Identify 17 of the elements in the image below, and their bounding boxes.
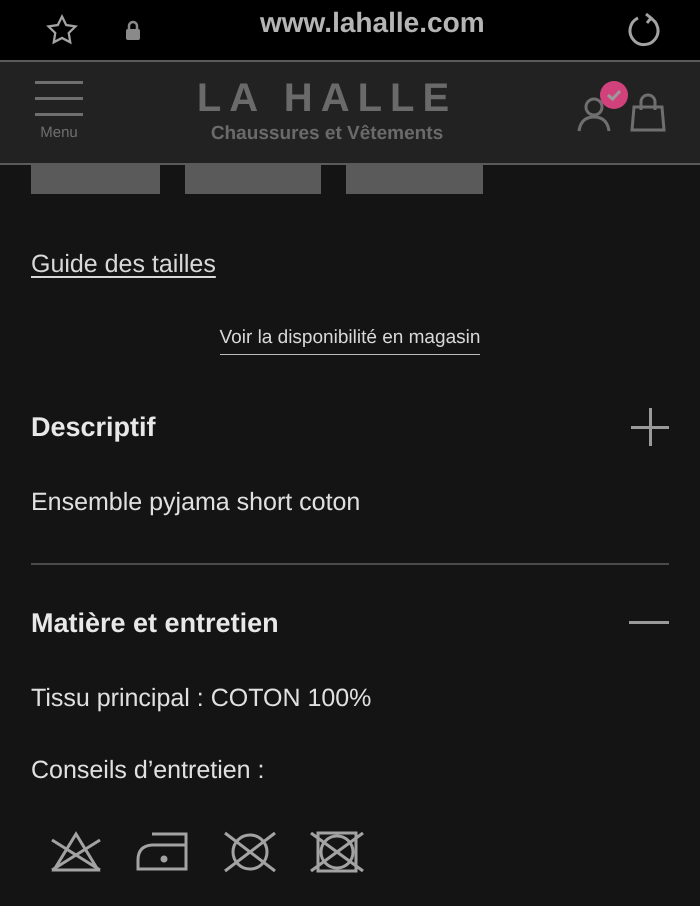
no-tumble-dry-icon [308, 830, 366, 874]
minus-icon[interactable] [629, 621, 669, 626]
section-text: Ensemble pyjama short coton [31, 486, 362, 518]
store-availability-link[interactable]: Voir la disponibilité en magasin [220, 324, 480, 355]
lock-icon [124, 19, 142, 41]
section-title[interactable]: Descriptif [31, 407, 156, 448]
section-text: Conseils d’entretien : [31, 755, 266, 786]
plus-icon[interactable] [631, 408, 669, 446]
no-dry-clean-icon [222, 830, 278, 874]
section-text: Tissu principal : COTON 100% [31, 682, 372, 714]
logo-tagline: Chaussures et Vêtements [210, 122, 444, 146]
bag-icon[interactable] [630, 92, 666, 132]
reload-icon[interactable] [626, 12, 662, 48]
section-title[interactable]: Matière et entretien [31, 603, 279, 644]
size-guide-link[interactable]: Guide des tailles [31, 250, 216, 278]
hamburger-icon [35, 80, 83, 116]
no-bleach-icon [48, 830, 104, 874]
